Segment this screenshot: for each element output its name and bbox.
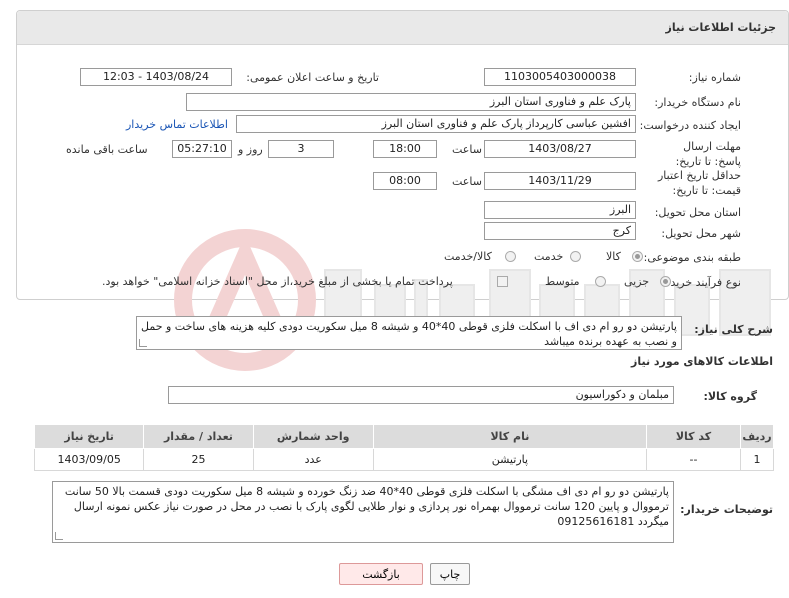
city-field: کرج xyxy=(484,222,636,240)
price-date-field: 1403/11/29 xyxy=(484,172,636,190)
category-radio-goods[interactable] xyxy=(632,251,643,262)
panel-header: جزئیات اطلاعات نیاز xyxy=(17,11,788,45)
process-radio-minor[interactable] xyxy=(660,276,671,287)
province-label: استان محل تحویل: xyxy=(654,206,741,219)
buyer-contact-link[interactable]: اطلاعات تماس خریدار xyxy=(126,118,228,131)
cell-code: -- xyxy=(646,448,741,471)
cell-qty: 25 xyxy=(143,448,254,471)
category-option-goods: کالا xyxy=(606,250,621,263)
category-radio-service[interactable] xyxy=(570,251,581,262)
announce-datetime-field: 1403/08/24 - 12:03 xyxy=(80,68,232,86)
province-field: البرز xyxy=(484,201,636,219)
process-label: نوع فرآیند خرید : xyxy=(663,276,741,289)
remaining-time-label: ساعت باقی مانده xyxy=(66,143,148,156)
goods-group-field: مبلمان و دکوراسیون xyxy=(168,386,674,404)
buyer-org-field: پارک علم و فناوری استان البرز xyxy=(186,93,636,111)
process-radio-medium[interactable] xyxy=(595,276,606,287)
category-option-service: خدمت xyxy=(534,250,564,263)
category-label: طبقه بندی موضوعی: xyxy=(643,251,741,264)
category-radio-goods-service[interactable] xyxy=(505,251,516,262)
panel-title: جزئیات اطلاعات نیاز xyxy=(665,21,777,34)
need-number-field: 1103005403000038 xyxy=(484,68,636,86)
price-validity-label: حداقل تاریخ اعتبار قیمت: تا تاریخ: xyxy=(657,169,741,197)
reply-date-field: 1403/08/27 xyxy=(484,140,636,158)
goods-section-title: اطلاعات کالاهای مورد نیاز xyxy=(631,355,773,368)
goods-table-header: ردیف کد کالا نام کالا واحد شمارش تعداد /… xyxy=(33,424,775,449)
col-name: نام کالا xyxy=(372,424,648,449)
col-date: تاریخ نیاز xyxy=(33,424,145,449)
summary-label: شرح کلی نیاز: xyxy=(694,323,773,336)
days-label: روز و xyxy=(238,143,263,156)
need-number-label: شماره نیاز: xyxy=(688,71,741,84)
buyer-notes-textarea: پارتیشن دو رو ام دی اف مشگی با اسکلت فلز… xyxy=(52,481,674,543)
remaining-time-field: 05:27:10 xyxy=(172,140,232,158)
price-time-field: 08:00 xyxy=(373,172,437,190)
process-option-medium: متوسط xyxy=(545,275,580,288)
goods-group-label: گروه کالا: xyxy=(703,390,757,403)
cell-row: 1 xyxy=(739,448,775,471)
col-qty: تعداد / مقدار xyxy=(143,424,254,449)
col-unit: واحد شمارش xyxy=(252,424,374,449)
reply-time-label: ساعت xyxy=(452,143,482,156)
category-option-goods-service: کالا/خدمت xyxy=(444,250,492,263)
buyer-notes-text: پارتیشن دو رو ام دی اف مشگی با اسکلت فلز… xyxy=(64,485,669,528)
resize-handle-icon[interactable] xyxy=(55,532,63,540)
back-button[interactable]: بازگشت xyxy=(339,563,423,585)
days-field: 3 xyxy=(268,140,334,158)
payment-note: پرداخت تمام یا بخشی از مبلغ خرید،از محل … xyxy=(102,275,453,288)
buyer-org-label: نام دستگاه خریدار: xyxy=(654,96,741,109)
creator-field: افشین عباسی کارپرداز پارک علم و فناوری ا… xyxy=(236,115,636,133)
resize-handle-icon[interactable] xyxy=(139,339,147,347)
col-row: ردیف xyxy=(739,424,775,449)
print-button[interactable]: چاپ xyxy=(430,563,470,585)
buyer-notes-label: توضیحات خریدار: xyxy=(680,503,773,516)
reply-time-field: 18:00 xyxy=(373,140,437,158)
process-option-minor: جزیی xyxy=(624,275,650,288)
summary-textarea: پارتیشن دو رو ام دی اف با اسکلت فلزی قوط… xyxy=(136,316,682,350)
price-time-label: ساعت xyxy=(452,175,482,188)
city-label: شهر محل تحویل: xyxy=(661,227,741,240)
col-code: کد کالا xyxy=(646,424,741,449)
cell-name: پارتیشن xyxy=(372,448,648,471)
reply-deadline-label: مهلت ارسال پاسخ: تا تاریخ: xyxy=(675,140,741,168)
treasury-bonds-checkbox[interactable] xyxy=(497,276,508,287)
cell-date: 1403/09/05 xyxy=(33,448,145,471)
table-row: 1 -- پارتیشن عدد 25 1403/09/05 xyxy=(33,448,775,471)
goods-table: ردیف کد کالا نام کالا واحد شمارش تعداد /… xyxy=(33,424,775,471)
cell-unit: عدد xyxy=(252,448,374,471)
summary-text: پارتیشن دو رو ام دی اف با اسکلت فلزی قوط… xyxy=(141,320,677,348)
announce-label: تاریخ و ساعت اعلان عمومی: xyxy=(246,71,379,84)
creator-label: ایجاد کننده درخواست: xyxy=(639,119,741,132)
